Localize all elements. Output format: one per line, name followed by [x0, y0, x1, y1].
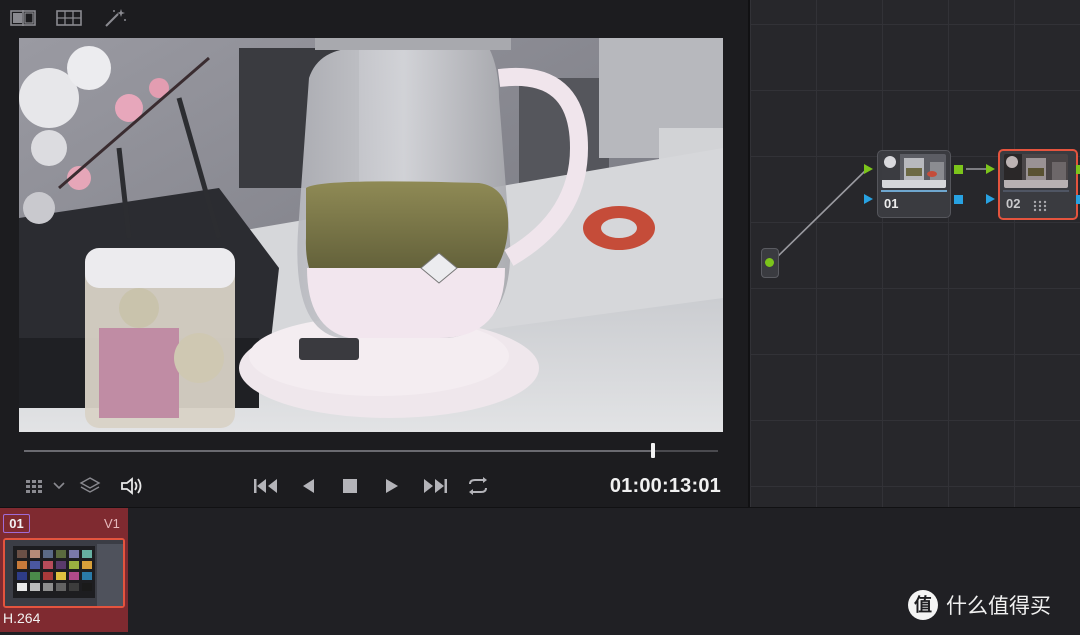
- node-02-thumbnail: [1004, 154, 1068, 188]
- node-01-alpha-output[interactable]: [954, 195, 963, 204]
- scrubber-progress: [24, 450, 654, 452]
- clip-thumbnail: [3, 538, 125, 608]
- speaker-icon[interactable]: [118, 474, 146, 498]
- source-input-node[interactable]: [761, 248, 779, 278]
- node-02-rgb-input[interactable]: [986, 164, 995, 174]
- playhead-handle[interactable]: [651, 443, 656, 458]
- viewer-panel: 01:00:13:01: [0, 0, 748, 507]
- jump-to-end-icon[interactable]: [420, 474, 450, 498]
- node-02-alpha-input[interactable]: [986, 194, 995, 204]
- watermark-logo: 值 什么值得买: [908, 590, 1051, 620]
- stop-icon[interactable]: [338, 474, 362, 498]
- gallery-grid-icon[interactable]: [56, 8, 82, 28]
- node-graph-panel[interactable]: 01 02: [750, 0, 1080, 507]
- node-01-alpha-input[interactable]: [864, 194, 873, 204]
- node-02[interactable]: 02: [998, 149, 1078, 220]
- watermark-text: 什么值得买: [946, 594, 1051, 618]
- node-01-progress-bar: [881, 190, 947, 192]
- magic-wand-icon[interactable]: [102, 8, 128, 28]
- clip-number-badge: 01: [3, 514, 30, 533]
- node-01-thumbnail: [882, 154, 946, 188]
- node-connections: [771, 168, 988, 263]
- node-01-label: 01: [884, 196, 899, 211]
- viewer-mode-grid-icon[interactable]: [24, 474, 46, 498]
- timecode-display: 01:00:13:01: [609, 475, 721, 497]
- layers-icon[interactable]: [78, 474, 102, 498]
- video-frame[interactable]: [19, 38, 723, 432]
- compare-split-icon[interactable]: [10, 8, 36, 28]
- frame-image: [19, 38, 723, 432]
- clip-codec-label: H.264: [3, 610, 41, 626]
- source-output-port[interactable]: [765, 258, 774, 267]
- timeline-clip[interactable]: 01 V1 H.264: [0, 508, 128, 632]
- node-02-rgb-output[interactable]: [1076, 165, 1080, 174]
- node-01[interactable]: 01: [877, 150, 951, 218]
- node-01-rgb-output[interactable]: [954, 165, 963, 174]
- node-02-label: 02: [1006, 196, 1021, 211]
- clip-track-label: V1: [104, 516, 120, 531]
- node-02-progress-bar: [1003, 190, 1069, 192]
- loop-icon[interactable]: [464, 474, 492, 498]
- node-02-alpha-output[interactable]: [1076, 195, 1080, 204]
- node-01-rgb-input[interactable]: [864, 164, 873, 174]
- node-02-grid-indicator-icon: [1033, 199, 1047, 212]
- watermark-icon: 值: [908, 590, 938, 620]
- viewer-toolbar: [0, 0, 748, 36]
- scrubber-track[interactable]: [24, 450, 718, 452]
- jump-to-start-icon[interactable]: [251, 474, 281, 498]
- play-icon[interactable]: [380, 474, 404, 498]
- step-back-icon[interactable]: [296, 474, 320, 498]
- chevron-down-icon[interactable]: [50, 474, 68, 498]
